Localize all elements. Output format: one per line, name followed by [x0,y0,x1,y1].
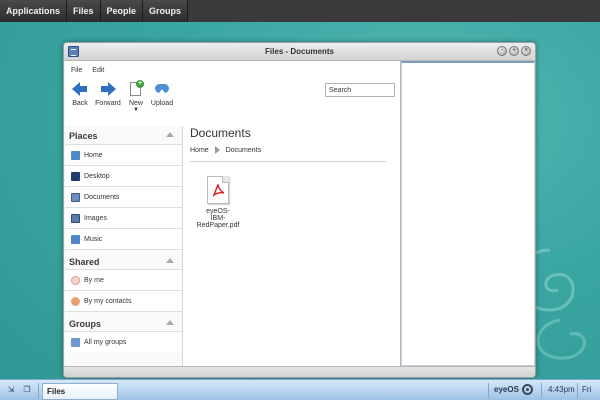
desktop-folder-icon [71,171,80,181]
groups-icon [71,337,80,347]
sidebar-item-desktop[interactable]: Desktop [65,165,182,186]
sidebar-item-music[interactable]: Music [65,228,182,249]
window-controls: - + × [497,46,531,56]
back-arrow-icon [72,81,88,97]
menu-edit[interactable]: Edit [92,67,104,74]
section-places-title: Places [69,131,98,141]
main-file-area: Documents Home Documents eyeOS- IBM-RedP… [190,126,395,366]
section-shared[interactable]: Shared [65,249,182,269]
sidebar: Places Home Desktop Documents Images Mus… [65,126,183,366]
clock-time: 4:43pm [548,385,575,394]
acrobat-logo-icon [212,184,225,197]
eyeos-brand: eyeOS [494,385,519,394]
maximize-button[interactable]: + [509,46,519,56]
images-folder-icon [71,213,80,223]
taskbar-task-files[interactable]: Files [42,383,118,400]
forward-arrow-icon [100,81,116,97]
new-document-icon: + [128,80,144,97]
upload-label: Upload [150,100,174,107]
menu-applications[interactable]: Applications [0,0,68,22]
breadcrumb-documents[interactable]: Documents [226,147,261,154]
taskbar-divider [577,383,578,398]
search-input[interactable] [325,83,395,97]
window-statusbar [64,366,535,377]
clock-day: Fri [582,385,592,394]
details-panel-inner [401,61,535,366]
chevron-down-icon: ▼ [133,107,139,113]
sidebar-item-by-me[interactable]: By me [65,269,182,290]
menu-groups[interactable]: Groups [143,0,189,22]
taskbar-divider [488,383,489,398]
back-button[interactable]: Back [69,81,91,112]
taskbar-divider [541,383,542,398]
upload-button[interactable]: Upload [151,81,173,112]
files-window: Files - Documents - + × File Edit Back F… [63,42,536,378]
forward-button[interactable]: Forward [95,81,121,112]
sidebar-item-label: Documents [84,193,120,201]
sidebar-item-label: Desktop [84,172,110,180]
forward-label: Forward [95,100,121,107]
music-folder-icon [71,234,80,244]
file-name-line1: eyeOS- [206,208,230,215]
close-button[interactable]: × [521,46,531,56]
files-content: File Edit Back Forward + New ▼ Upload Se… [65,61,400,366]
window-title: Files - Documents [265,47,334,56]
pdf-icon [207,176,229,204]
sidebar-item-home[interactable]: Home [65,144,182,165]
documents-folder-icon [71,192,80,202]
file-item[interactable]: eyeOS- IBM-RedPaper.pdf [193,176,243,229]
breadcrumb-separator-icon [214,146,220,154]
sidebar-item-label: All my groups [84,338,127,346]
minimize-button[interactable]: - [497,46,507,56]
collapse-arrow-icon[interactable] [166,320,174,325]
new-button[interactable]: + New ▼ [125,80,147,113]
breadcrumb: Home Documents [190,146,386,162]
collapse-arrow-icon[interactable] [166,132,174,137]
sidebar-item-label: Home [84,151,103,159]
menu-file[interactable]: File [71,67,82,74]
file-name-line2: IBM-RedPaper.pdf [196,215,240,229]
section-groups-title: Groups [69,319,102,329]
back-label: Back [72,100,88,107]
sidebar-item-label: By me [84,276,104,284]
files-toolbar: Back Forward + New ▼ Upload [69,80,173,113]
window-list-icon[interactable]: ❐ [22,385,32,395]
sidebar-item-label: By my contacts [84,297,132,305]
breadcrumb-home[interactable]: Home [190,147,209,154]
top-menu-bar: Applications Files People Groups [0,0,600,22]
new-label: New [128,100,143,107]
folder-heading: Documents [190,126,251,140]
taskbar-divider [38,383,39,398]
sidebar-item-label: Music [84,235,103,243]
user-icon [71,275,80,285]
menu-people[interactable]: People [101,0,144,22]
menu-files[interactable]: Files [67,0,101,22]
details-panel [400,61,535,366]
sidebar-item-label: Images [84,214,107,222]
file-menu-bar: File Edit [71,67,104,74]
window-titlebar[interactable]: Files - Documents - + × [64,43,535,61]
contacts-icon [71,296,80,306]
sidebar-item-by-my-contacts[interactable]: By my contacts [65,290,182,311]
home-folder-icon [71,150,80,160]
top-bar-filler [188,0,600,22]
taskbar: ⇲ ❐ Files eyeOS 4:43pm Fri [0,379,600,400]
section-groups[interactable]: Groups [65,311,182,331]
section-places[interactable]: Places [65,126,182,144]
collapse-arrow-icon[interactable] [166,258,174,263]
sidebar-item-all-my-groups[interactable]: All my groups [65,331,182,352]
sidebar-item-documents[interactable]: Documents [65,186,182,207]
section-shared-title: Shared [69,257,100,267]
eyeos-logo-icon[interactable] [522,384,533,395]
upload-cloud-icon [154,81,170,97]
show-desktop-icon[interactable]: ⇲ [6,385,16,395]
sidebar-item-images[interactable]: Images [65,207,182,228]
